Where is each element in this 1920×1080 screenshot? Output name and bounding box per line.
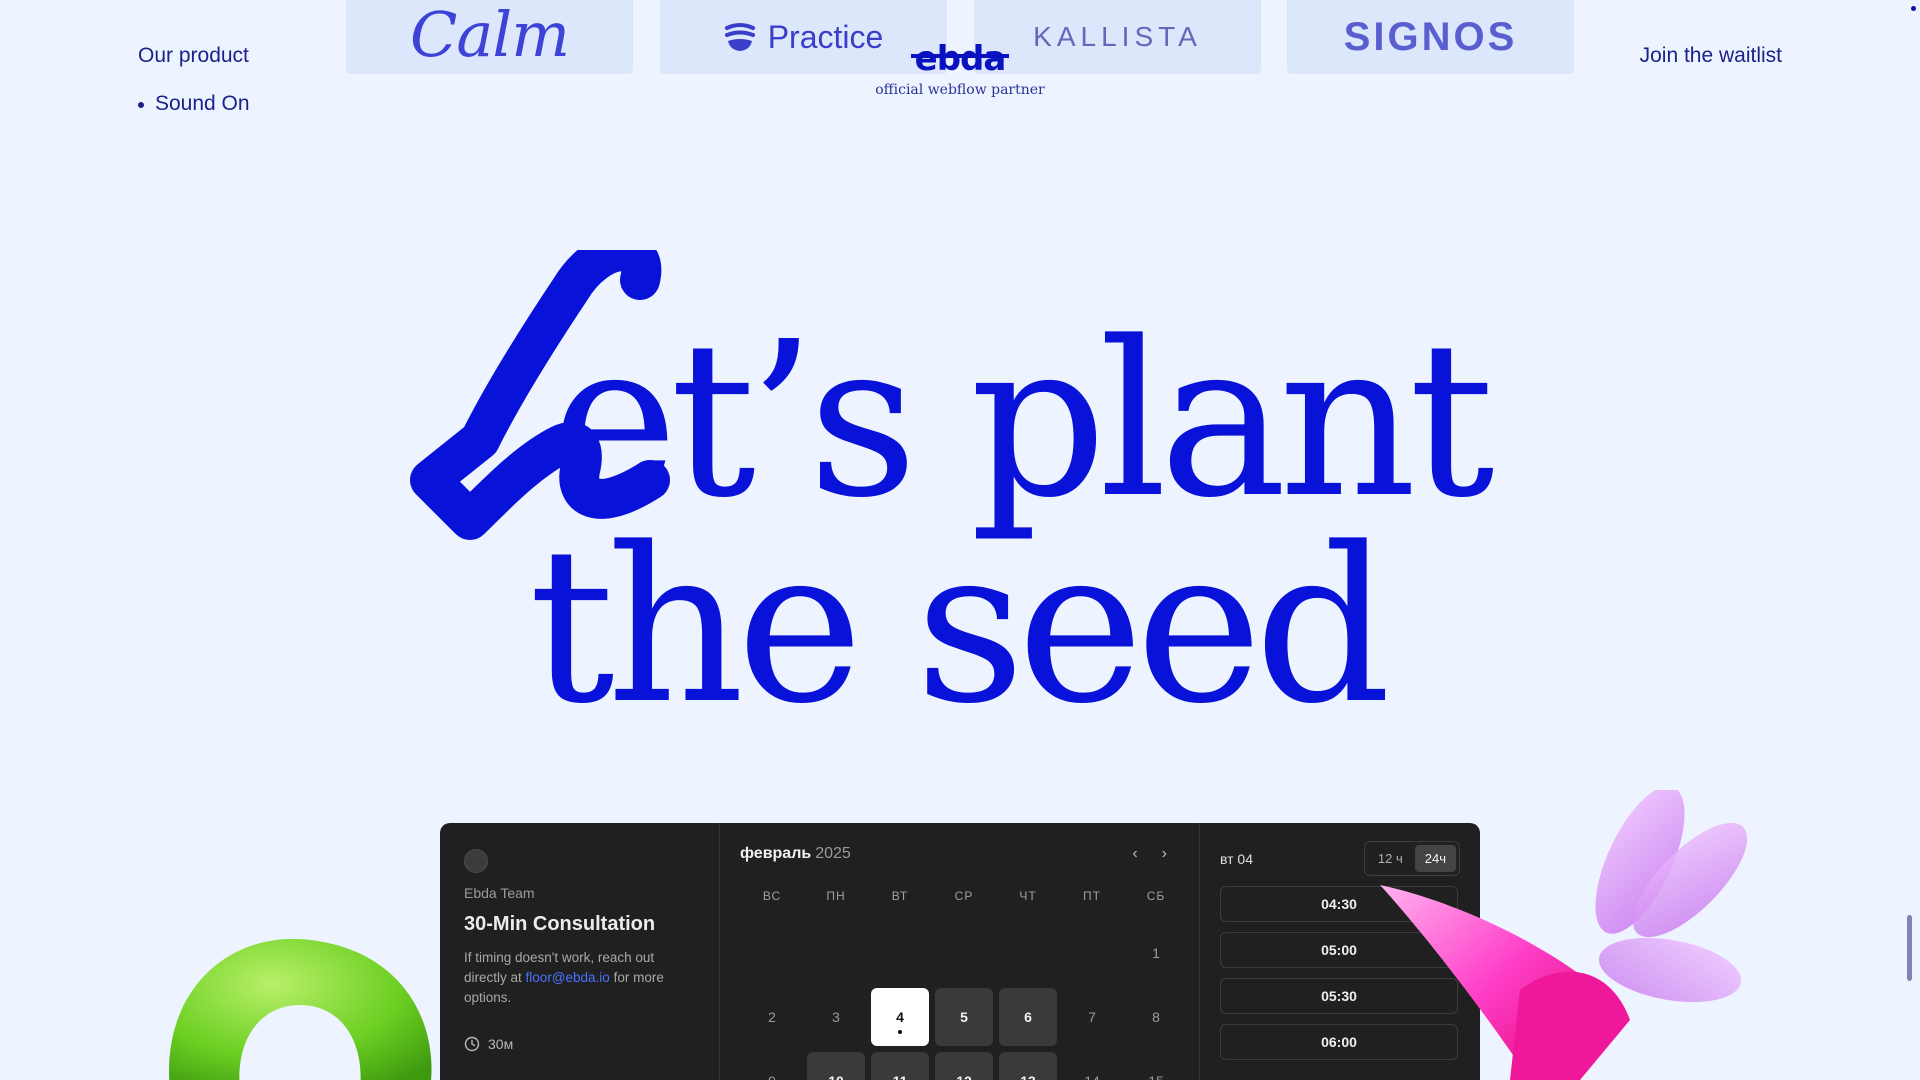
calendar-day-number: 4 — [871, 988, 929, 1046]
selected-date-label: вт 04 — [1220, 850, 1254, 867]
calendar-day[interactable]: 6 — [996, 985, 1060, 1049]
calendar-day-empty — [804, 921, 868, 985]
duration-value: 30м — [488, 1036, 514, 1052]
event-title: 30-Min Consultation — [464, 913, 656, 935]
calendar-day-number — [807, 924, 865, 982]
calendar-day-empty — [932, 921, 996, 985]
calendar-day-number: 8 — [1152, 1009, 1160, 1025]
calendar-day[interactable]: 5 — [932, 985, 996, 1049]
calendar-day-number: 10 — [807, 1052, 865, 1080]
join-waitlist-link[interactable]: Join the waitlist — [1640, 44, 1782, 68]
calendar-days: 123456789101112131415 — [740, 921, 1179, 1080]
event-info-panel: Ebda Team 30-Min Consultation If timing … — [440, 823, 720, 1080]
calendar-panel: февраль2025 ‹ › ВСПНВТСРЧТПТСБ 123456789… — [720, 823, 1200, 1080]
calendar-day: 3 — [804, 985, 868, 1049]
weekday-label: ПТ — [1083, 889, 1101, 903]
weekday-label: ЧТ — [1019, 889, 1037, 903]
event-note: If timing doesn't work, reach out direct… — [464, 948, 695, 1008]
calendar-day-number: 9 — [743, 1052, 801, 1080]
calendar-day-number: 15 — [1127, 1052, 1185, 1080]
weekday-label: ВТ — [891, 889, 909, 903]
calendar-day[interactable]: 12 — [932, 1049, 996, 1080]
calendar-day-number — [935, 924, 993, 982]
calendar-day: 14 — [1060, 1049, 1124, 1080]
corner-dot — [1911, 6, 1916, 11]
weekday-label: ПН — [826, 889, 846, 903]
calendar-day: 8 — [1124, 985, 1188, 1049]
hero-heading: et’s plant the seed — [0, 296, 1920, 751]
hero-line-1: et’s plant — [551, 296, 1494, 545]
calendar-day-number: 12 — [935, 1052, 993, 1080]
email-link[interactable]: floor@ebda.io — [526, 970, 610, 985]
calendar-day: 2 — [740, 985, 804, 1049]
month-name: февраль — [740, 845, 812, 862]
calendar-day: 9 — [740, 1049, 804, 1080]
duration-row: 30м — [464, 1036, 695, 1052]
weekday-label: СР — [954, 889, 974, 903]
green-ring-decoration — [169, 938, 432, 1080]
calendar-day[interactable]: 10 — [804, 1049, 868, 1080]
weekday-header: ВС ПН ВТ СР ЧТ ПТ СБ — [740, 889, 1179, 903]
calendar-day[interactable]: 4 — [868, 985, 932, 1049]
calendar-day-empty — [740, 921, 804, 985]
calendar-day-number: 5 — [935, 988, 993, 1046]
calendar-day: 1 — [1124, 921, 1188, 985]
scrollbar-thumb[interactable] — [1907, 915, 1912, 981]
calendar-day: 7 — [1060, 985, 1124, 1049]
weekday-label: СБ — [1146, 889, 1166, 903]
calendar-day-number: 1 — [1152, 945, 1160, 961]
weekday-label: ВС — [762, 889, 782, 903]
calendar-day-number — [1063, 924, 1121, 982]
calendar-day-number — [999, 924, 1057, 982]
avatar — [464, 849, 488, 873]
clock-icon — [464, 1036, 480, 1052]
month-year: 2025 — [815, 845, 851, 862]
calendar-day-number: 14 — [1063, 1052, 1121, 1080]
calendar-day-empty — [996, 921, 1060, 985]
calendar-day: 15 — [1124, 1049, 1188, 1080]
partner-tagline: official webflow partner — [875, 82, 1045, 98]
calendar-day-number — [743, 924, 801, 982]
calendar-day[interactable]: 11 — [868, 1049, 932, 1080]
calendar-day-empty — [1060, 921, 1124, 985]
hero-line-2: the seed — [528, 502, 1392, 751]
calendar-day-number: 2 — [768, 1009, 776, 1025]
prev-month-chevron-icon[interactable]: ‹ — [1132, 845, 1137, 863]
booking-widget: Ebda Team 30-Min Consultation If timing … — [440, 823, 1480, 1080]
calendar-day[interactable]: 13 — [996, 1049, 1060, 1080]
calendar-day-number: 11 — [871, 1052, 929, 1080]
calendar-day-number: 3 — [832, 1009, 840, 1025]
calendar-month: февраль 2025 — [740, 845, 851, 863]
calendar-day-number: 6 — [999, 988, 1057, 1046]
team-name: Ebda Team — [464, 885, 535, 901]
brand-header: ebda official webflow partner — [0, 42, 1920, 98]
calendar-day-number — [871, 924, 929, 982]
calendar-day-empty — [868, 921, 932, 985]
calendar-day-number: 13 — [999, 1052, 1057, 1080]
calendar-day-number: 7 — [1088, 1009, 1096, 1025]
next-month-chevron-icon[interactable]: › — [1162, 845, 1167, 863]
pink-flower-decoration — [1380, 790, 1748, 1080]
ebda-logo[interactable]: ebda — [910, 42, 1010, 76]
